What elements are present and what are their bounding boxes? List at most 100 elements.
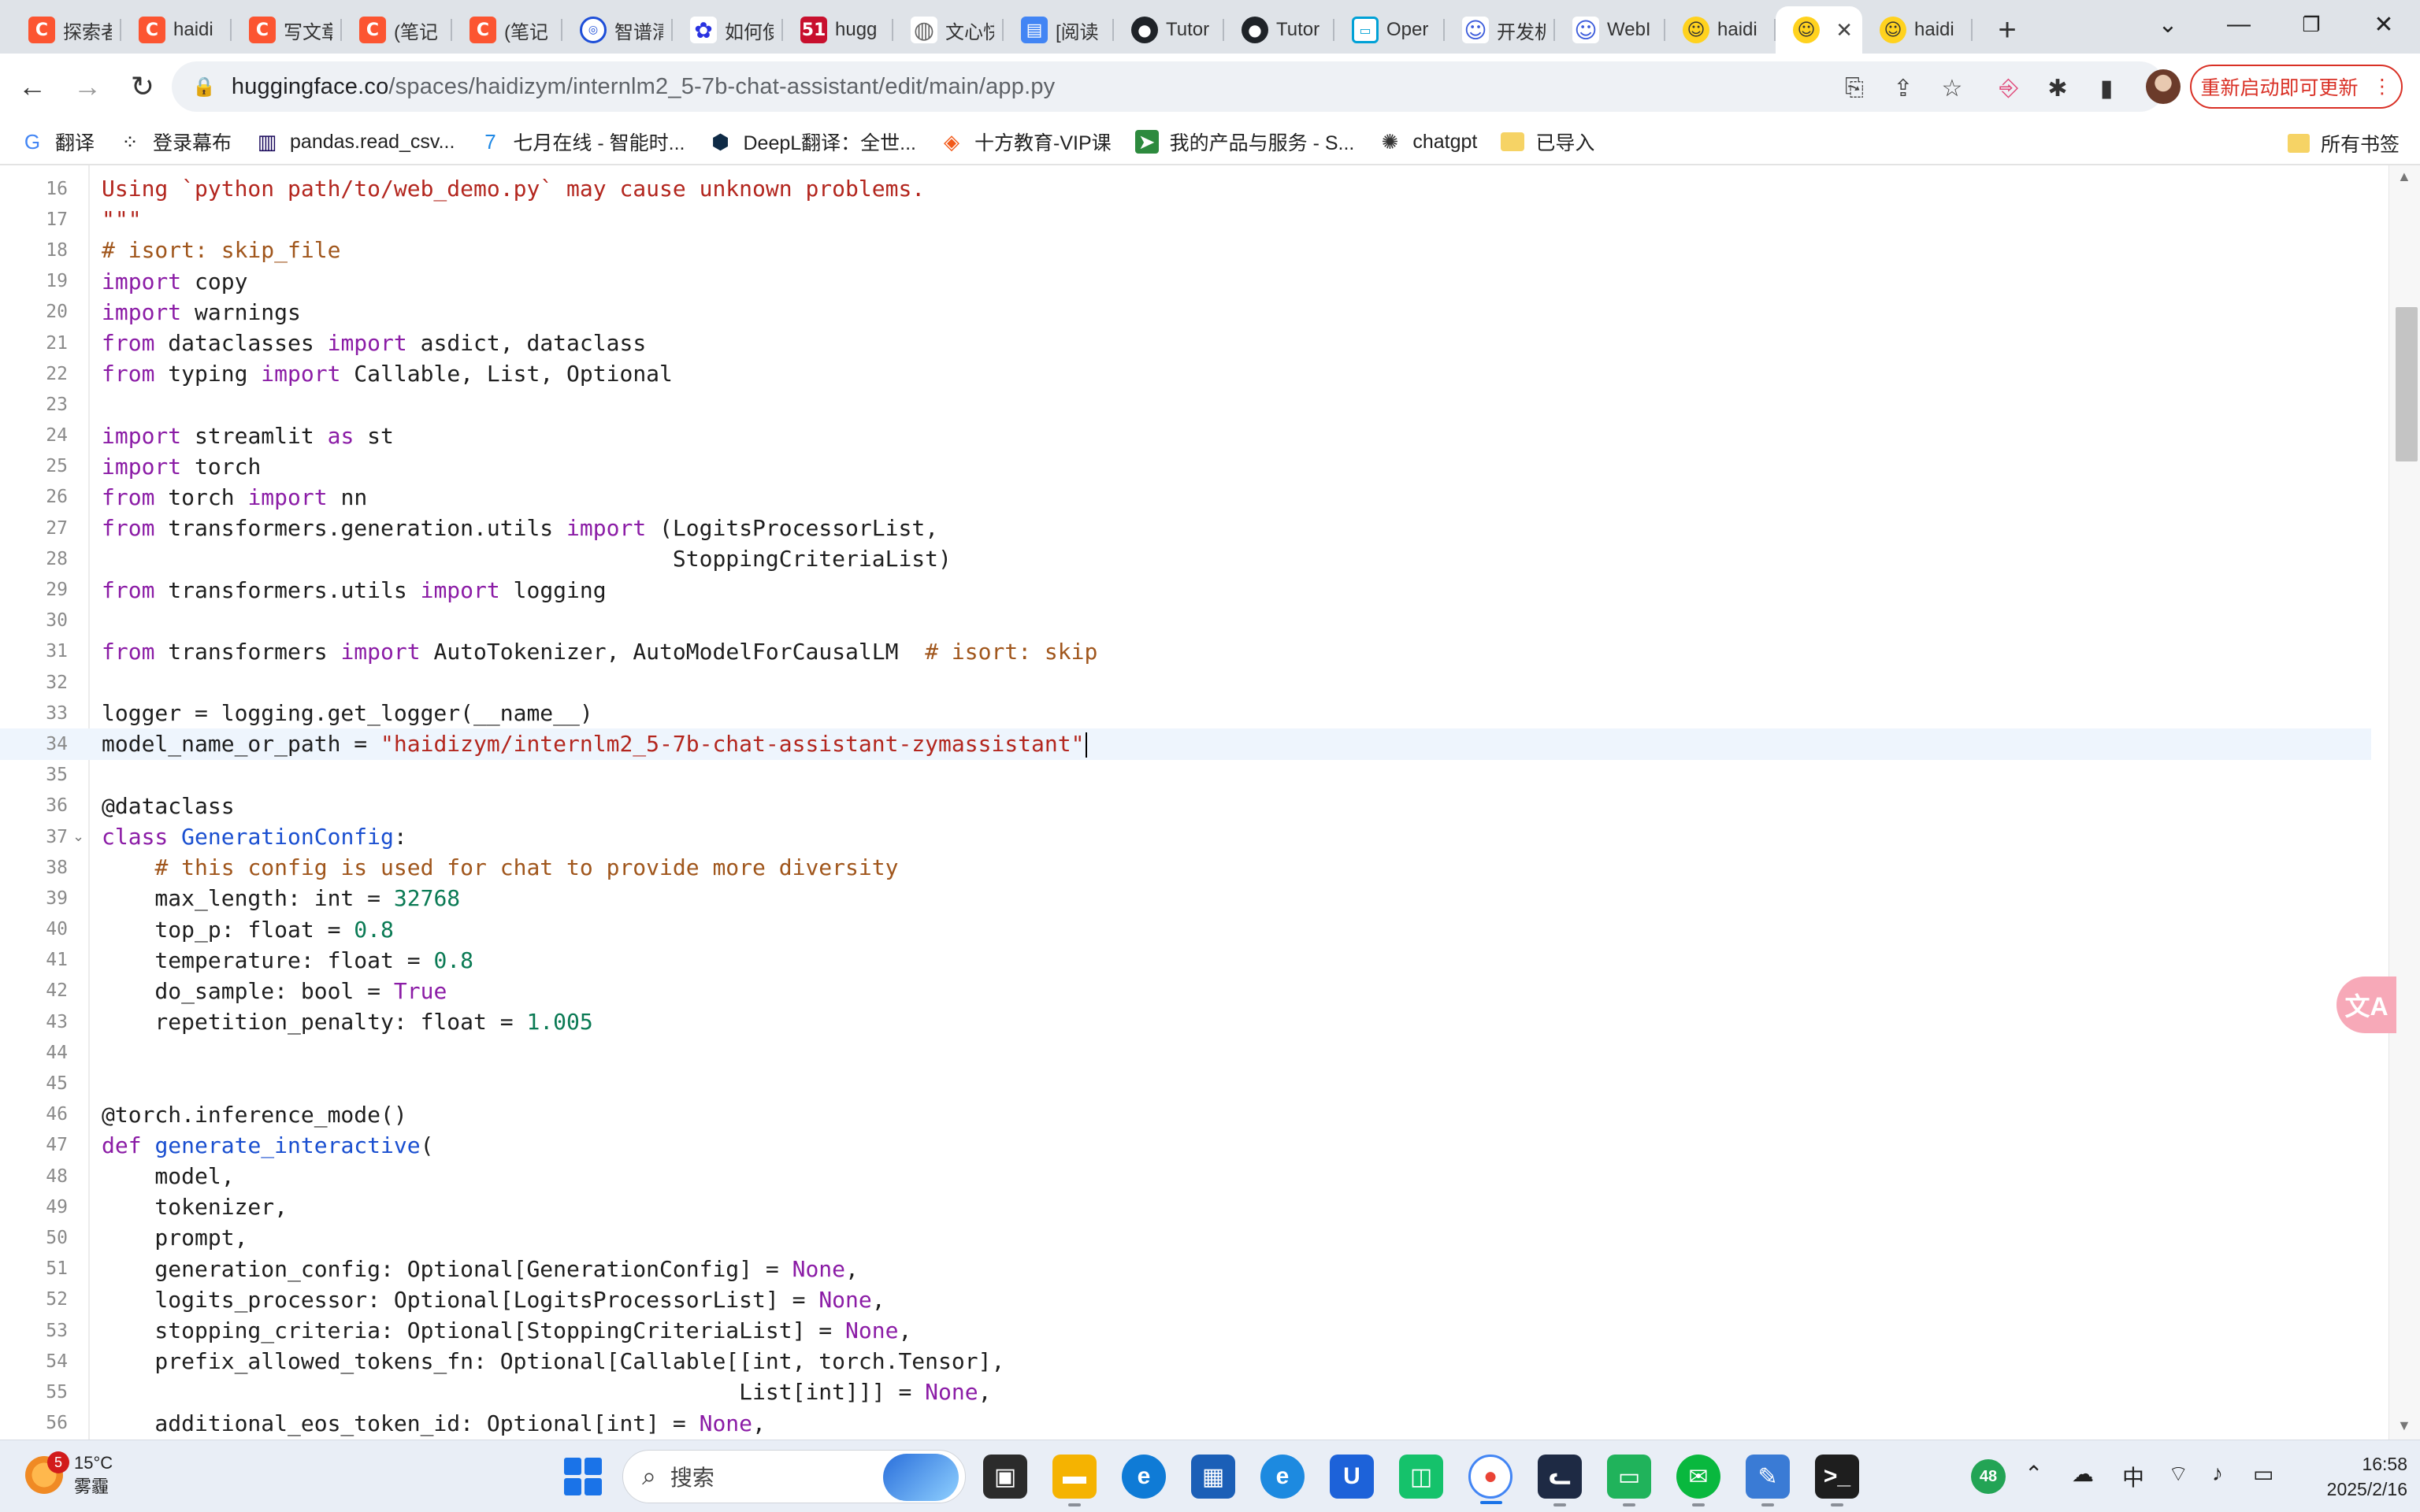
code-text[interactable]: List[int]]] = None,	[102, 1379, 991, 1405]
tab-12[interactable]: ▭ Oper	[1334, 6, 1445, 54]
tab-15[interactable]: ☺ haidi	[1665, 6, 1776, 54]
code-line[interactable]: 16 Using `python path/to/web_demo.py` may…	[0, 173, 2371, 204]
tab-6[interactable]: ✿ 如何使	[673, 6, 783, 54]
code-text[interactable]: temperature: float = 0.8	[102, 947, 473, 973]
code-text[interactable]: max_length: int = 32768	[102, 885, 460, 911]
extensions-puzzle-icon[interactable]: ✱	[2042, 72, 2073, 104]
tab-8[interactable]: ◍ 文心快	[893, 6, 1004, 54]
code-line[interactable]: 26 from torch import nn	[0, 482, 2371, 513]
code-line[interactable]: 43 repetition_penalty: float = 1.005	[0, 1006, 2371, 1037]
code-line[interactable]: 24 import streamlit as st	[0, 421, 2371, 451]
paint-app-icon[interactable]: ✎	[1746, 1455, 1790, 1506]
code-line[interactable]: 27 from transformers.generation.utils imp…	[0, 513, 2371, 543]
translate-page-icon[interactable]: ⎘	[1839, 72, 1870, 104]
show-hidden-icons-icon[interactable]: ⌃	[2025, 1461, 2043, 1487]
code-text[interactable]: import copy	[102, 269, 247, 295]
vertical-scrollbar[interactable]: ▲ ▼	[2388, 165, 2420, 1440]
side-panel-icon[interactable]: ▮	[2091, 72, 2122, 104]
code-line[interactable]: 32	[0, 667, 2371, 698]
bookmark-star-icon[interactable]: ☆	[1936, 72, 1968, 104]
battery-icon[interactable]: ▭	[2253, 1461, 2273, 1487]
code-text[interactable]: additional_eos_token_id: Optional[int] =…	[102, 1410, 765, 1436]
code-line[interactable]: 50 prompt,	[0, 1222, 2371, 1253]
code-line[interactable]: 41 temperature: float = 0.8	[0, 945, 2371, 976]
security-app-icon[interactable]: U	[1330, 1455, 1374, 1499]
code-line[interactable]: 17 """	[0, 204, 2371, 235]
code-line[interactable]: 56 additional_eos_token_id: Optional[int…	[0, 1408, 2371, 1439]
tab-1[interactable]: Chaidi	[121, 6, 232, 54]
tab-9[interactable]: ▤ [阅读	[1004, 6, 1114, 54]
system-clock[interactable]: 16:58 2025/2/16	[2300, 1451, 2407, 1502]
forward-button[interactable]: →	[65, 64, 110, 109]
terminal-icon[interactable]: >_	[1815, 1455, 1859, 1506]
tab-11[interactable]: ● Tutor	[1224, 6, 1334, 54]
code-text[interactable]: """	[102, 206, 142, 232]
code-line[interactable]: 22 from typing import Callable, List, Opt…	[0, 358, 2371, 389]
code-line[interactable]: 39 max_length: int = 32768	[0, 883, 2371, 914]
code-text[interactable]: top_p: float = 0.8	[102, 917, 393, 943]
code-text[interactable]: logits_processor: Optional[LogitsProcess…	[102, 1287, 885, 1313]
code-line[interactable]: 34 model_name_or_path = "haidizym/internl…	[0, 728, 2371, 760]
file-explorer-icon[interactable]: ▬	[1052, 1455, 1097, 1506]
code-text[interactable]: model_name_or_path = "haidizym/internlm2…	[102, 731, 1088, 758]
code-line[interactable]: 29 from transformers.utils import logging	[0, 574, 2371, 605]
wechat-icon[interactable]: ✉	[1676, 1455, 1720, 1506]
taskbar-search[interactable]: ⌕ 搜索	[622, 1450, 966, 1503]
code-line[interactable]: 20 import warnings	[0, 297, 2371, 328]
tab-0[interactable]: C 探索者	[11, 6, 121, 54]
tab-17[interactable]: ☺ haidi	[1862, 6, 1973, 54]
more-menu-icon[interactable]: ⋮	[2373, 75, 2392, 98]
close-tab-icon[interactable]: ✕	[1835, 18, 1853, 43]
back-button[interactable]: ←	[9, 64, 55, 109]
bookmark-item[interactable]: ⁘ 登录幕布	[118, 128, 232, 156]
tab-5[interactable]: ◎ 智谱清	[562, 6, 673, 54]
code-line[interactable]: 42 do_sample: bool = True	[0, 976, 2371, 1006]
code-line[interactable]: 46 @torch.inference_mode()	[0, 1099, 2371, 1130]
scroll-down-icon[interactable]: ▼	[2397, 1418, 2411, 1434]
lock-icon[interactable]: 🔒	[192, 76, 216, 98]
code-text[interactable]: model,	[102, 1163, 234, 1189]
bookmark-item[interactable]: ⬢ DeepL翻译：全世...	[708, 128, 916, 156]
url-text[interactable]: huggingface.co/spaces/haidizym/internlm2…	[232, 74, 1055, 100]
tab-search-dropdown-icon[interactable]: ⌄	[2132, 0, 2204, 49]
code-text[interactable]: from torch import nn	[102, 484, 367, 510]
code-editor[interactable]: 16 Using `python path/to/web_demo.py` may…	[0, 165, 2420, 1440]
volume-icon[interactable]: ♪	[2212, 1461, 2223, 1486]
code-line[interactable]: 44	[0, 1037, 2371, 1068]
bookmark-item[interactable]: 7 七月在线 - 智能时...	[478, 128, 685, 156]
code-line[interactable]: 18 # isort: skip_file	[0, 235, 2371, 265]
code-line[interactable]: 51 generation_config: Optional[Generatio…	[0, 1254, 2371, 1284]
tab-14[interactable]: ☺ WebI	[1555, 6, 1665, 54]
code-text[interactable]: # isort: skip_file	[102, 237, 340, 263]
code-text[interactable]: do_sample: bool = True	[102, 978, 447, 1004]
code-text[interactable]: generation_config: Optional[GenerationCo…	[102, 1256, 858, 1282]
reload-button[interactable]: ↻	[120, 64, 165, 109]
bookmark-item[interactable]: ➤ 我的产品与服务 - S...	[1134, 128, 1354, 156]
code-text[interactable]: StoppingCriteriaList)	[102, 546, 952, 572]
code-line[interactable]: 49 tokenizer,	[0, 1191, 2371, 1222]
code-text[interactable]: logger = logging.get_logger(__name__)	[102, 700, 593, 726]
update-restart-button[interactable]: 重新启动即可更新 ⋮	[2190, 65, 2403, 109]
bookmark-item[interactable]: 已导入	[1501, 128, 1594, 156]
chrome-browser-icon[interactable]: ●	[1468, 1455, 1512, 1504]
code-line[interactable]: 38 # this config is used for chat to pro…	[0, 852, 2371, 883]
code-text[interactable]: # this config is used for chat to provid…	[102, 854, 898, 880]
code-line[interactable]: 53 stopping_criteria: Optional[StoppingC…	[0, 1315, 2371, 1346]
code-line[interactable]: 37 ⌄ class GenerationConfig:	[0, 821, 2371, 852]
code-text[interactable]: Using `python path/to/web_demo.py` may c…	[102, 176, 925, 202]
tray-app-badge[interactable]: 48	[1971, 1459, 2006, 1494]
tab-2[interactable]: C 写文章	[232, 6, 342, 54]
address-bar[interactable]: 🔒 huggingface.co/spaces/haidizym/internl…	[172, 61, 2165, 112]
code-line[interactable]: 47 def generate_interactive(	[0, 1130, 2371, 1161]
code-text[interactable]: from transformers import AutoTokenizer, …	[102, 639, 1097, 665]
code-line[interactable]: 55 List[int]]] = None,	[0, 1377, 2371, 1407]
share-icon[interactable]: ⇪	[1887, 72, 1919, 104]
wifi-icon[interactable]: ⌔	[2168, 1461, 2188, 1488]
cat-app-icon[interactable]: ᓚ	[1538, 1455, 1582, 1506]
tab-10[interactable]: ● Tutor	[1114, 6, 1224, 54]
code-text[interactable]: from transformers.utils import logging	[102, 577, 607, 603]
code-text[interactable]: import warnings	[102, 299, 301, 325]
code-line[interactable]: 54 prefix_allowed_tokens_fn: Optional[Ca…	[0, 1346, 2371, 1377]
code-line[interactable]: 28 StoppingCriteriaList)	[0, 543, 2371, 574]
weather-widget[interactable]: 5 15°C 雾霾	[25, 1451, 113, 1499]
